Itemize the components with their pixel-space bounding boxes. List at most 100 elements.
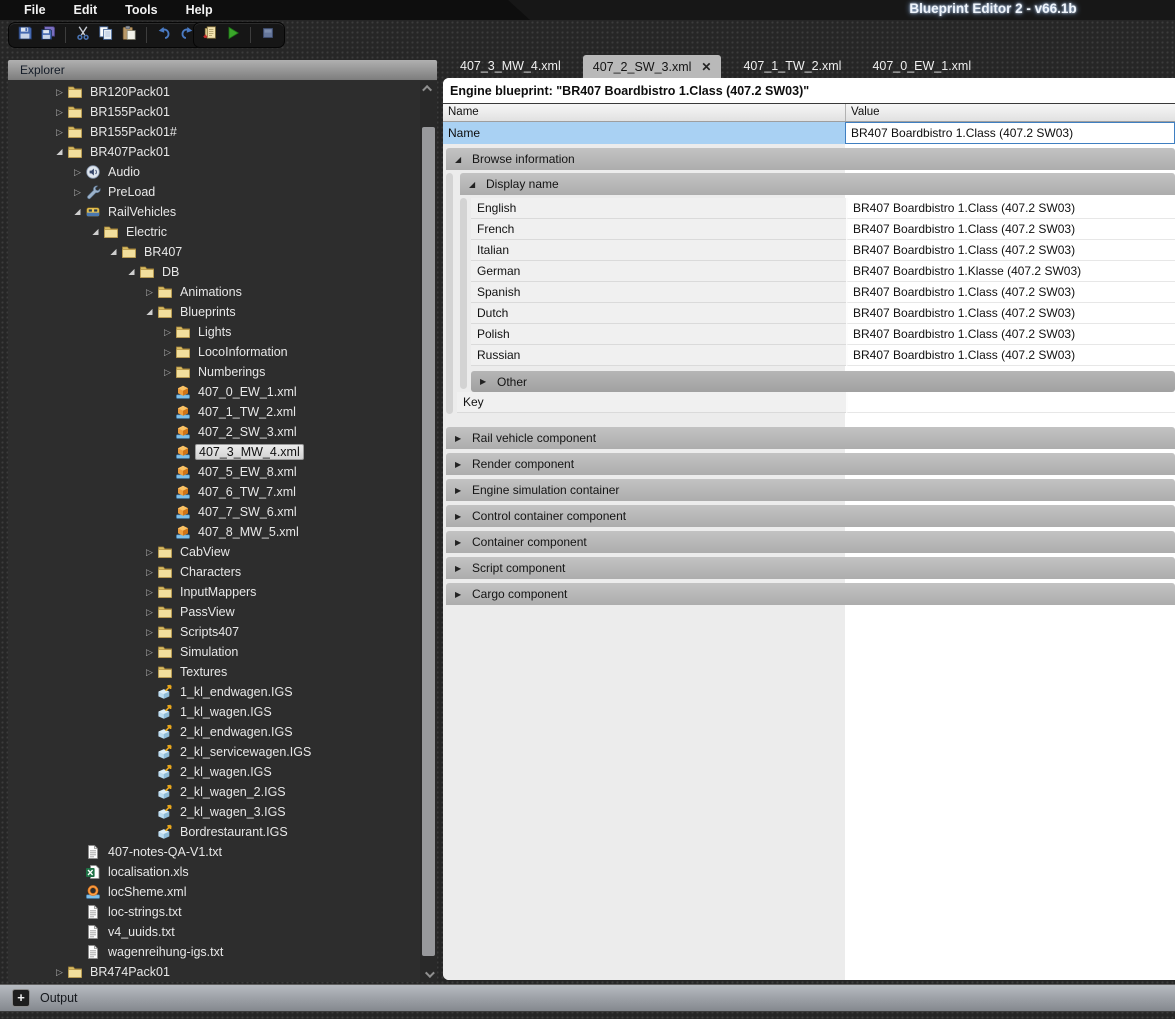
cut-button[interactable] [74, 25, 92, 44]
tab-407_2_SW_3-xml[interactable]: 407_2_SW_3.xml ✕ [582, 55, 722, 78]
tab-407_1_TW_2-xml[interactable]: 407_1_TW_2.xml [734, 55, 850, 78]
menu-item-tools[interactable]: Tools [111, 0, 171, 20]
expander-collapsed-icon[interactable]: ▷ [70, 182, 85, 202]
tree-item[interactable]: ▷ Scripts407 [8, 622, 420, 642]
tree-item[interactable]: 407_7_SW_6.xml [8, 502, 420, 522]
property-row-spanish[interactable]: Spanish BR407 Boardbistro 1.Class (407.2 … [471, 282, 1175, 303]
save-all-button[interactable] [39, 25, 57, 44]
tree-item[interactable]: 407_0_EW_1.xml [8, 382, 420, 402]
tree-item[interactable]: 407_8_MW_5.xml [8, 522, 420, 542]
tree-item[interactable]: 2_kl_wagen.IGS [8, 762, 420, 782]
category-other[interactable]: ▶ Other [471, 371, 1175, 392]
collapse-collapsed-icon[interactable]: ▶ [455, 512, 464, 521]
expander-collapsed-icon[interactable]: ▷ [142, 542, 157, 562]
category-display-name[interactable]: ◢ Display name [460, 173, 1175, 195]
menu-item-help[interactable]: Help [172, 0, 227, 20]
property-row-italian[interactable]: Italian BR407 Boardbistro 1.Class (407.2 … [471, 240, 1175, 261]
category-control-container-component[interactable]: ▶ Control container component [446, 505, 1175, 527]
tree-item[interactable]: ▷ InputMappers [8, 582, 420, 602]
export-button[interactable] [201, 25, 219, 44]
property-name[interactable]: Name [443, 122, 845, 144]
tree-item[interactable]: 407_6_TW_7.xml [8, 482, 420, 502]
tree-item[interactable]: ▷ Lights [8, 322, 420, 342]
property-row-german[interactable]: German BR407 Boardbistro 1.Klasse (407.2 … [471, 261, 1175, 282]
explorer-scrollbar[interactable] [420, 81, 437, 982]
tree-item[interactable]: loc-strings.txt [8, 902, 420, 922]
property-row-english[interactable]: English BR407 Boardbistro 1.Class (407.2 … [471, 198, 1175, 219]
property-row-russian[interactable]: Russian BR407 Boardbistro 1.Class (407.2 … [471, 345, 1175, 366]
copy-button[interactable] [97, 25, 115, 44]
tree-item[interactable]: ▷ Audio [8, 162, 420, 182]
scrollbar-thumb[interactable] [422, 127, 435, 956]
tree-item[interactable]: ◢ Blueprints [8, 302, 420, 322]
collapse-collapsed-icon[interactable]: ▶ [455, 590, 464, 599]
category-script-component[interactable]: ▶ Script component [446, 557, 1175, 579]
tree-item[interactable]: 2_kl_wagen_3.IGS [8, 802, 420, 822]
expander-expanded-icon[interactable]: ◢ [88, 222, 103, 242]
expander-collapsed-icon[interactable]: ▷ [52, 122, 67, 142]
category-container-component[interactable]: ▶ Container component [446, 531, 1175, 553]
tree-item[interactable]: 407_2_SW_3.xml [8, 422, 420, 442]
collapse-collapsed-icon[interactable]: ▶ [455, 564, 464, 573]
category-cargo-component[interactable]: ▶ Cargo component [446, 583, 1175, 605]
tree-item[interactable]: 407_1_TW_2.xml [8, 402, 420, 422]
category-engine-simulation-container[interactable]: ▶ Engine simulation container [446, 479, 1175, 501]
tree-item[interactable]: ◢ Electric [8, 222, 420, 242]
stop-button[interactable] [259, 26, 277, 44]
category-rail-vehicle-component[interactable]: ▶ Rail vehicle component [446, 427, 1175, 449]
tree-item[interactable]: ◢ DB [8, 262, 420, 282]
expander-expanded-icon[interactable]: ◢ [70, 202, 85, 222]
category-browse-information[interactable]: ◢ Browse information [446, 148, 1175, 170]
menu-item-file[interactable]: File [10, 0, 60, 20]
undo-button[interactable] [155, 26, 173, 44]
menu-item-edit[interactable]: Edit [60, 0, 112, 20]
tree-item[interactable]: ▷ BR474Pack01 [8, 962, 420, 982]
tree-item[interactable]: ◢ RailVehicles [8, 202, 420, 222]
expander-collapsed-icon[interactable]: ▷ [142, 582, 157, 602]
run-button[interactable] [224, 26, 242, 44]
property-row-french[interactable]: French BR407 Boardbistro 1.Class (407.2 S… [471, 219, 1175, 240]
expander-expanded-icon[interactable]: ◢ [106, 242, 121, 262]
expander-collapsed-icon[interactable]: ▷ [142, 622, 157, 642]
expander-collapsed-icon[interactable]: ▷ [160, 362, 175, 382]
property-value[interactable]: BR407 Boardbistro 1.Class (407.2 SW03) [846, 303, 1175, 324]
property-value[interactable]: BR407 Boardbistro 1.Class (407.2 SW03) [846, 282, 1175, 303]
property-value[interactable]: BR407 Boardbistro 1.Class (407.2 SW03) [846, 219, 1175, 240]
tree-item[interactable]: 1_kl_wagen.IGS [8, 702, 420, 722]
collapse-collapsed-icon[interactable]: ▶ [455, 434, 464, 443]
tree-item[interactable]: ▷ Numberings [8, 362, 420, 382]
expander-collapsed-icon[interactable]: ▷ [160, 342, 175, 362]
tab-407_0_EW_1-xml[interactable]: 407_0_EW_1.xml [863, 55, 980, 78]
property-value[interactable]: BR407 Boardbistro 1.Class (407.2 SW03) [846, 345, 1175, 366]
tree-item[interactable]: wagenreihung-igs.txt [8, 942, 420, 962]
tree-item[interactable]: ▷ BR155Pack01 [8, 102, 420, 122]
tree-item[interactable]: ◢ BR407Pack01 [8, 142, 420, 162]
tab-407_3_MW_4-xml[interactable]: 407_3_MW_4.xml [451, 55, 570, 78]
property-row-name[interactable]: Name BR407 Boardbistro 1.Class (407.2 SW… [443, 122, 1175, 144]
scroll-up-button[interactable] [420, 81, 437, 96]
expander-expanded-icon[interactable]: ◢ [142, 302, 157, 322]
collapse-collapsed-icon[interactable]: ▶ [455, 538, 464, 547]
tree-item[interactable]: 407-notes-QA-V1.txt [8, 842, 420, 862]
expander-collapsed-icon[interactable]: ▷ [160, 322, 175, 342]
output-expand-button[interactable]: + [12, 989, 30, 1007]
expander-collapsed-icon[interactable]: ▷ [52, 102, 67, 122]
tree-item[interactable]: v4_uuids.txt [8, 922, 420, 942]
scroll-down-button[interactable] [420, 967, 437, 982]
tree-item[interactable]: 2_kl_servicewagen.IGS [8, 742, 420, 762]
collapse-collapsed-icon[interactable]: ▶ [480, 377, 489, 386]
expander-expanded-icon[interactable]: ◢ [124, 262, 139, 282]
tree-item[interactable]: 2_kl_endwagen.IGS [8, 722, 420, 742]
tree-item[interactable]: ▷ Simulation [8, 642, 420, 662]
collapse-collapsed-icon[interactable]: ▶ [455, 460, 464, 469]
property-value[interactable]: BR407 Boardbistro 1.Klasse (407.2 SW03) [846, 261, 1175, 282]
expander-expanded-icon[interactable]: ◢ [52, 142, 67, 162]
expander-collapsed-icon[interactable]: ▷ [70, 162, 85, 182]
property-value[interactable]: BR407 Boardbistro 1.Class (407.2 SW03) [846, 240, 1175, 261]
tree-item[interactable]: ▷ Animations [8, 282, 420, 302]
tree-item[interactable]: localisation.xls [8, 862, 420, 882]
tree-item[interactable]: ▷ PassView [8, 602, 420, 622]
property-value-input[interactable]: BR407 Boardbistro 1.Class (407.2 SW03) [845, 122, 1175, 144]
property-row-key[interactable]: Key [457, 392, 1175, 413]
category-render-component[interactable]: ▶ Render component [446, 453, 1175, 475]
